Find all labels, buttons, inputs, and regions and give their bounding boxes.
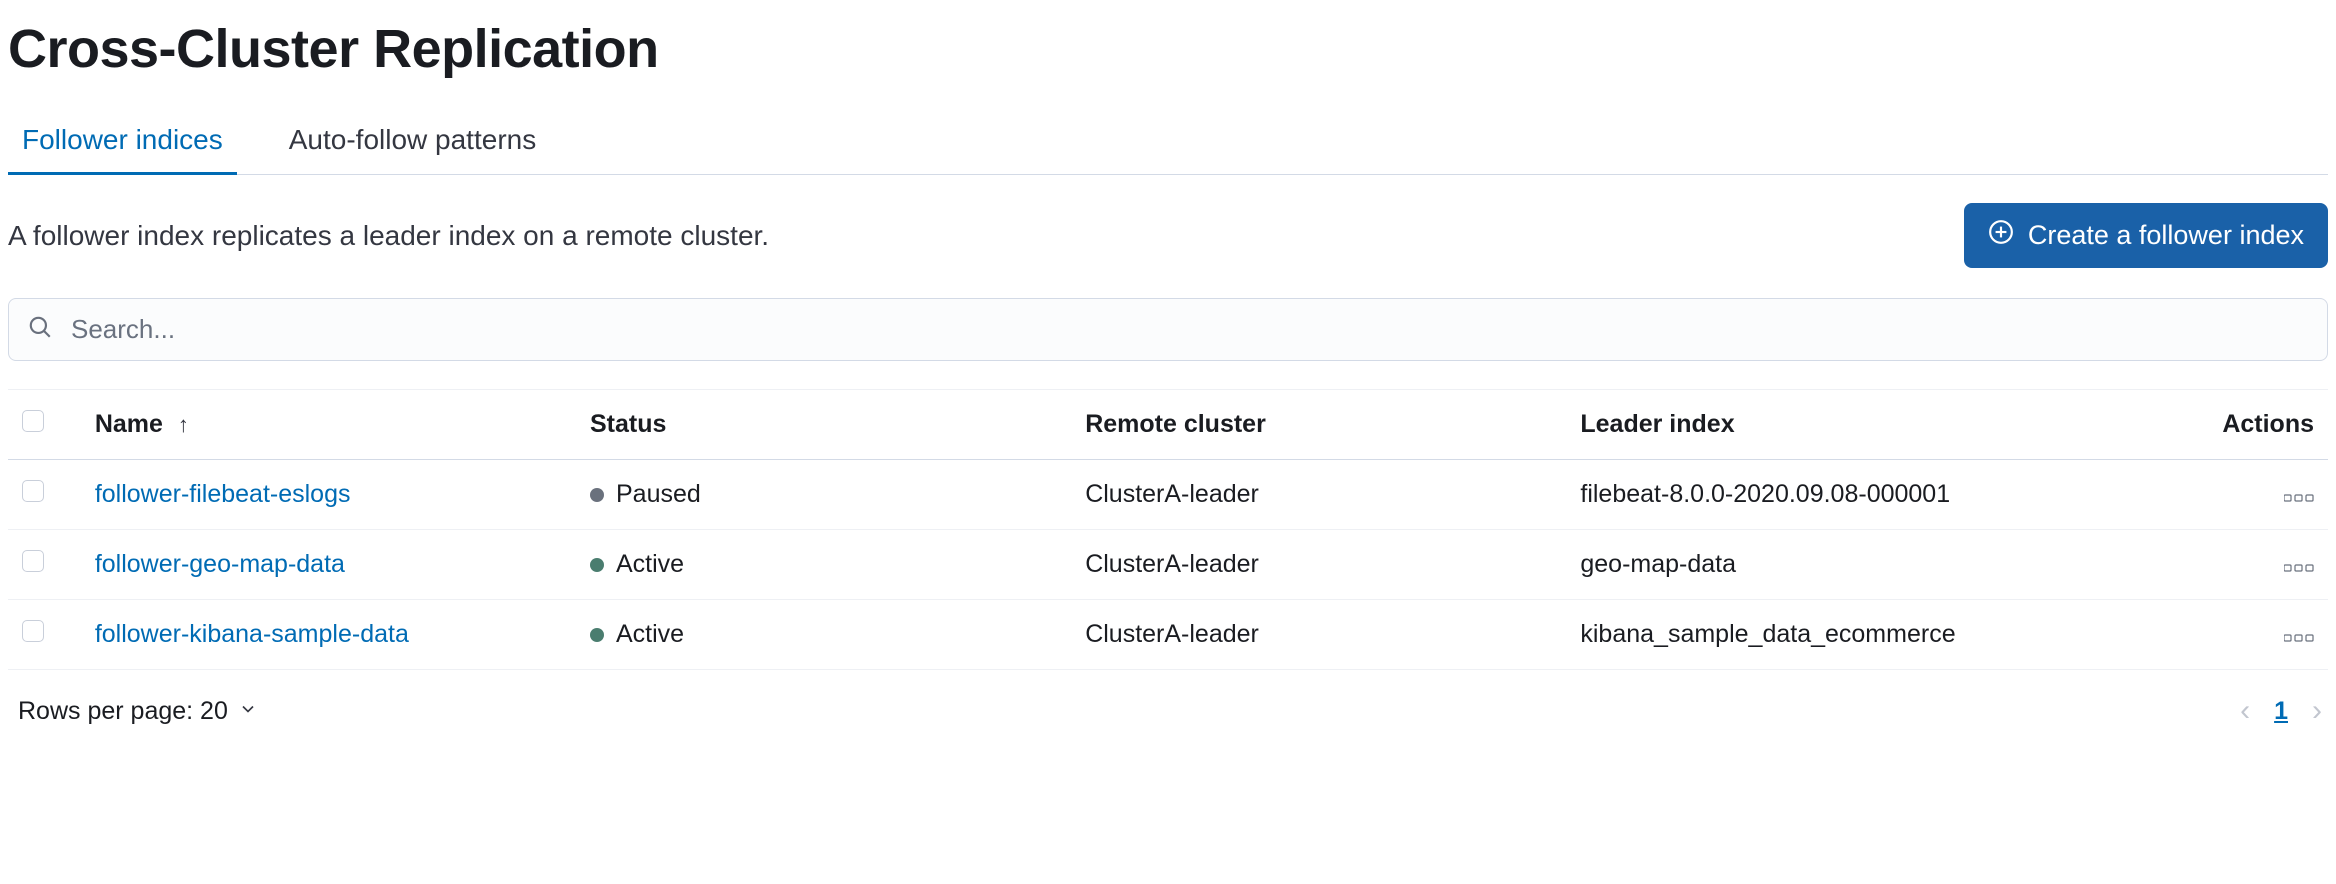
tab-auto-follow-patterns[interactable]: Auto-follow patterns	[275, 110, 550, 174]
sort-ascending-icon: ↑	[178, 412, 189, 438]
column-header-actions: Actions	[2154, 390, 2328, 460]
status-label: Active	[616, 550, 684, 578]
page-number-current[interactable]: 1	[2274, 697, 2288, 726]
column-header-leader-index[interactable]: Leader index	[1566, 390, 2153, 460]
status-cell: Active	[576, 600, 1071, 670]
rows-per-page-label: Rows per page: 20	[18, 697, 228, 726]
search-icon	[27, 314, 53, 345]
leader-index-cell: kibana_sample_data_ecommerce	[1566, 600, 2153, 670]
follower-index-name-link[interactable]: follower-geo-map-data	[81, 530, 576, 600]
tabs: Follower indices Auto-follow patterns	[8, 110, 2328, 175]
select-all-checkbox[interactable]	[22, 410, 44, 432]
row-actions-button[interactable]	[2284, 634, 2314, 642]
status-label: Paused	[616, 480, 701, 508]
row-checkbox[interactable]	[22, 620, 44, 642]
pagination: ‹ 1 ›	[2240, 694, 2328, 728]
page-title: Cross-Cluster Replication	[8, 18, 2328, 80]
remote-cluster-cell: ClusterA-leader	[1071, 460, 1566, 530]
table-row: follower-kibana-sample-data Active Cluster…	[8, 600, 2328, 670]
tab-follower-indices[interactable]: Follower indices	[8, 110, 237, 174]
search-input[interactable]	[69, 313, 2309, 346]
status-label: Active	[616, 620, 684, 648]
row-actions-button[interactable]	[2284, 494, 2314, 502]
status-paused-icon	[590, 488, 604, 502]
column-header-name[interactable]: Name ↑	[81, 390, 576, 460]
follower-indices-table: Name ↑ Status Remote cluster Leader inde…	[8, 389, 2328, 670]
status-active-icon	[590, 628, 604, 642]
column-name-label: Name	[95, 410, 163, 438]
column-header-remote-cluster[interactable]: Remote cluster	[1071, 390, 1566, 460]
create-follower-index-button[interactable]: Create a follower index	[1964, 203, 2328, 268]
table-row: follower-geo-map-data Active ClusterA-lead…	[8, 530, 2328, 600]
follower-index-name-link[interactable]: follower-filebeat-eslogs	[81, 460, 576, 530]
remote-cluster-cell: ClusterA-leader	[1071, 600, 1566, 670]
row-actions-button[interactable]	[2284, 564, 2314, 572]
plus-circle-icon	[1988, 219, 2014, 252]
leader-index-cell: geo-map-data	[1566, 530, 2153, 600]
row-checkbox[interactable]	[22, 480, 44, 502]
status-cell: Paused	[576, 460, 1071, 530]
description-text: A follower index replicates a leader ind…	[8, 220, 769, 252]
status-cell: Active	[576, 530, 1071, 600]
next-page-button[interactable]: ›	[2312, 694, 2322, 728]
table-row: follower-filebeat-eslogs Paused ClusterA-l…	[8, 460, 2328, 530]
leader-index-cell: filebeat-8.0.0-2020.09.08-000001	[1566, 460, 2153, 530]
previous-page-button[interactable]: ‹	[2240, 694, 2250, 728]
search-box[interactable]	[8, 298, 2328, 361]
chevron-down-icon	[238, 697, 258, 726]
rows-per-page-selector[interactable]: Rows per page: 20	[8, 697, 258, 726]
status-active-icon	[590, 558, 604, 572]
remote-cluster-cell: ClusterA-leader	[1071, 530, 1566, 600]
create-button-label: Create a follower index	[2028, 220, 2304, 251]
column-header-status[interactable]: Status	[576, 390, 1071, 460]
row-checkbox[interactable]	[22, 550, 44, 572]
follower-index-name-link[interactable]: follower-kibana-sample-data	[81, 600, 576, 670]
